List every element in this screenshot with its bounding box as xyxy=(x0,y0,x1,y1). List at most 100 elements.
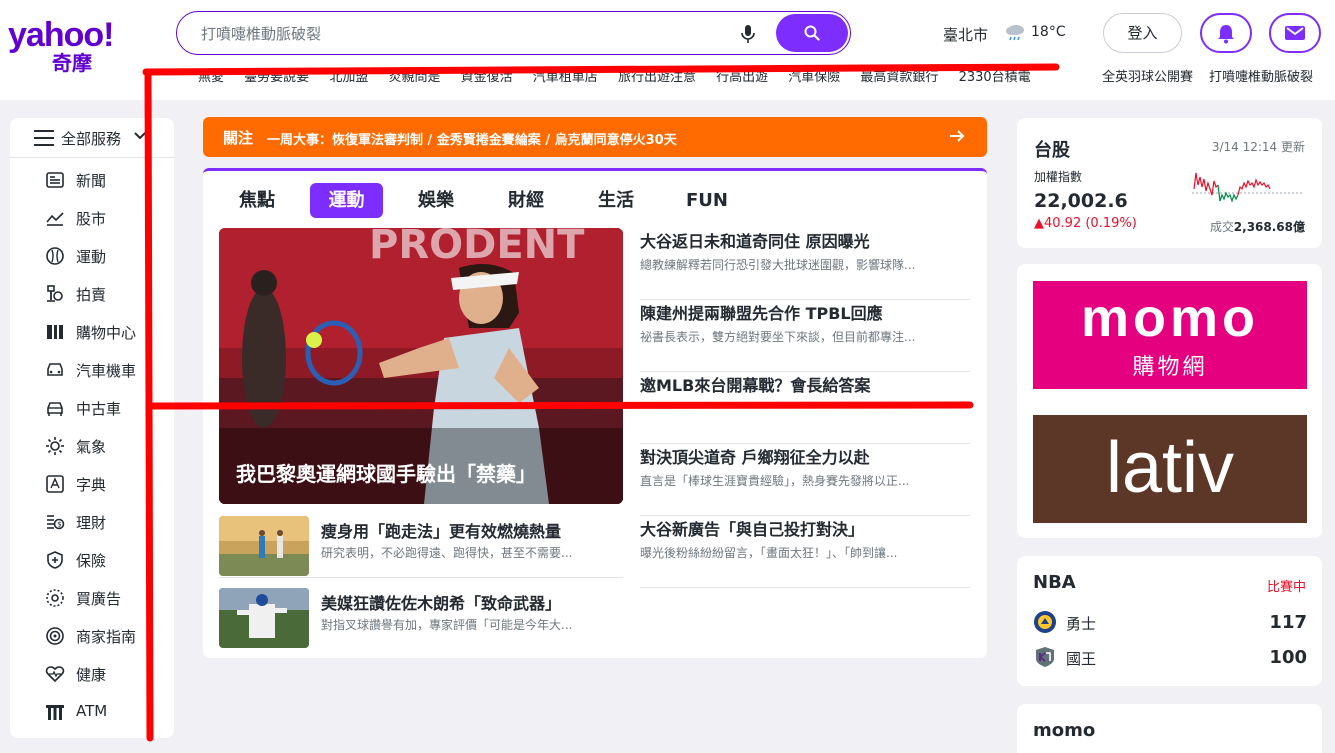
trending-item[interactable]: 北加盟 xyxy=(329,70,368,85)
trending-item[interactable]: 行高出遊 xyxy=(716,70,768,85)
trending-item[interactable]: 汽車租車店 xyxy=(533,70,598,85)
story-item[interactable]: 美媒狂讚佐佐木朗希「致命武器」 對指叉球讚譽有加，專家評價「可能是今年大... xyxy=(219,588,623,650)
momo-ad[interactable]: momo 購物網 xyxy=(1033,281,1307,389)
trending-item[interactable]: 汽車保險 xyxy=(788,70,840,85)
notifications-button[interactable] xyxy=(1200,13,1252,53)
auction-icon xyxy=(47,285,63,302)
sidebar-item-buy-ads[interactable]: 買廣告 xyxy=(10,582,174,614)
tab-life[interactable]: 生活 xyxy=(583,183,649,218)
story-item[interactable]: 瘦身用「跑走法」更有效燃燒熱量 研究表明，不必跑得遠、跑得快，甚至不需要... xyxy=(219,516,623,578)
story-item[interactable]: 陳建州提兩聯盟先合作 TPBL回應 祕書長表示，雙方絕對要坐下來談，但目前都專注… xyxy=(640,300,970,372)
stock-chart-icon xyxy=(46,212,64,226)
search-input[interactable] xyxy=(201,22,721,46)
yahoo-logo[interactable]: yahoo! 奇摩 xyxy=(8,18,136,80)
sidebar-item-insurance[interactable]: 保險 xyxy=(10,544,174,576)
all-services-label: 全部服務 xyxy=(61,130,122,148)
story-summary: 總教練解釋若同行恐引發大批球迷圍觀，影響球隊... xyxy=(640,258,916,272)
logo-sub-text: 奇摩 xyxy=(52,51,92,75)
sidebar-item-label: 股市 xyxy=(76,210,107,228)
sidebar-item-label: 購物中心 xyxy=(76,324,137,342)
stock-sparkline xyxy=(1192,172,1304,203)
heart-pulse-icon xyxy=(45,666,65,683)
weather-city[interactable]: 臺北市 xyxy=(943,24,988,45)
sidebar-item-dictionary[interactable]: 字典 xyxy=(10,468,174,500)
shield-icon xyxy=(47,551,63,569)
tab-focus[interactable]: 焦點 xyxy=(226,183,288,218)
tab-sports[interactable]: 運動 xyxy=(310,183,383,218)
trending-item[interactable]: 打噴嚏椎動脈破裂 xyxy=(1209,66,1313,85)
lativ-ad[interactable]: lativ xyxy=(1033,415,1307,523)
finance-icon: $ xyxy=(47,515,65,530)
momo-widget[interactable]: momo xyxy=(1017,704,1322,753)
trending-item[interactable]: 最高資款銀行 xyxy=(860,70,938,85)
svg-text:PRODENT: PRODENT xyxy=(369,228,585,268)
services-sidebar: 全部服務 新聞 股市 運動 拍賣 購物中心 汽車機車 中古車 氣象 字典 $ 理… xyxy=(10,118,174,738)
story-thumbnail xyxy=(219,588,309,648)
momo-ad-logo: momo xyxy=(1081,288,1259,348)
used-car-icon xyxy=(47,402,63,416)
ad-icon xyxy=(46,589,64,607)
trending-item[interactable]: 全英羽球公開賽 xyxy=(1102,66,1193,85)
sidebar-item-news[interactable]: 新聞 xyxy=(10,164,174,196)
sidebar-item-label: 商家指南 xyxy=(76,628,137,646)
team-score: 100 xyxy=(1269,647,1307,668)
mail-icon xyxy=(1285,26,1305,40)
story-item[interactable]: 大谷返日未和道奇同住 原因曝光 總教練解釋若同行恐引發大批球迷圍觀，影響球隊..… xyxy=(640,228,970,300)
sidebar-item-sports[interactable]: 運動 xyxy=(10,240,174,272)
atm-icon xyxy=(46,705,64,720)
story-title: 陳建州提兩聯盟先合作 TPBL回應 xyxy=(640,304,883,323)
story-title: 對決頂尖道奇 戶鄉翔征全力以赴 xyxy=(640,448,870,467)
sidebar-item-label: 字典 xyxy=(76,476,107,494)
bell-icon xyxy=(1218,25,1234,44)
weather-temperature[interactable]: 18°C xyxy=(1031,24,1066,40)
sidebar-item-stocks[interactable]: 股市 xyxy=(10,202,174,234)
nba-widget[interactable]: NBA 比賽中 勇士 117 國王 100 xyxy=(1017,556,1322,686)
story-item[interactable]: 對決頂尖道奇 戶鄉翔征全力以赴 直言是「棒球生涯寶貴經驗」，熱身賽先發將以正..… xyxy=(640,444,970,516)
trending-item[interactable]: 無愛 xyxy=(198,70,224,85)
sidebar-item-label: ATM xyxy=(76,702,108,720)
sidebar-item-merchant-guide[interactable]: 商家指南 xyxy=(10,620,174,652)
search-button[interactable] xyxy=(776,14,848,52)
hero-story[interactable]: PRODENT 我巴黎奧運網球國手驗出「禁藥」 xyxy=(219,228,623,504)
team-row[interactable]: 勇士 117 xyxy=(1033,610,1307,636)
sidebar-item-label: 新聞 xyxy=(76,172,107,190)
story-title: 美媒狂讚佐佐木朗希「致命武器」 xyxy=(321,594,562,613)
story-item[interactable]: 大谷新廣告「與自己投打對決」 曝光後粉絲紛紛留言，「畫面太狂！」、「帥到讓... xyxy=(640,516,970,588)
logo-main-text: yahoo! xyxy=(8,16,114,54)
sidebar-item-label: 健康 xyxy=(76,666,107,684)
trending-item[interactable]: 2330台積電 xyxy=(959,70,1031,85)
story-item[interactable]: 邀MLB來台開幕戰？會長給答案 xyxy=(640,372,970,444)
sidebar-item-weather[interactable]: 氣象 xyxy=(10,430,174,462)
tab-finance[interactable]: 財經 xyxy=(493,183,559,218)
sidebar-item-label: 理財 xyxy=(76,514,107,532)
all-services-toggle[interactable]: 全部服務 xyxy=(10,118,174,158)
sports-ball-icon xyxy=(46,247,64,265)
sidebar-item-label: 拍賣 xyxy=(76,286,107,304)
sidebar-item-shopping[interactable]: 購物中心 xyxy=(10,316,174,348)
team-row[interactable]: 國王 100 xyxy=(1033,645,1307,671)
stock-updated-time: 3/14 12:14 更新 xyxy=(1211,140,1305,154)
sidebar-item-auction[interactable]: 拍賣 xyxy=(10,278,174,310)
sidebar-item-cars[interactable]: 汽車機車 xyxy=(10,354,174,386)
tab-entertainment[interactable]: 娛樂 xyxy=(403,183,469,218)
trending-item[interactable]: 臺勞要說要 xyxy=(244,70,309,85)
sidebar-item-atm[interactable]: ATM xyxy=(10,696,174,728)
weekly-highlights-banner[interactable]: 關注 一周大事：恢復軍法審判制 / 金秀賢捲金賽綸案 / 烏克蘭同意停火30天 xyxy=(203,117,987,157)
sidebar-item-label: 中古車 xyxy=(76,400,122,418)
sidebar-item-finance[interactable]: $ 理財 xyxy=(10,506,174,538)
trending-item[interactable]: 資金復活 xyxy=(461,70,513,85)
trending-item[interactable]: 炎親問是 xyxy=(388,70,440,85)
stock-index-name: 加權指數 xyxy=(1034,170,1083,184)
sidebar-item-health[interactable]: 健康 xyxy=(10,658,174,690)
tab-fun[interactable]: FUN xyxy=(673,183,741,218)
microphone-icon[interactable] xyxy=(739,24,757,44)
mail-button[interactable] xyxy=(1269,13,1321,53)
sidebar-item-label: 運動 xyxy=(76,248,107,266)
stock-widget[interactable]: 台股 3/14 12:14 更新 加權指數 22,002.6 ▲40.92 (0… xyxy=(1017,118,1322,248)
team-score: 117 xyxy=(1269,612,1307,633)
dictionary-icon xyxy=(46,475,64,493)
menu-icon xyxy=(34,130,54,146)
trending-item[interactable]: 旅行出遊注意 xyxy=(618,70,696,85)
sidebar-item-used-cars[interactable]: 中古車 xyxy=(10,392,174,424)
login-button[interactable]: 登入 xyxy=(1103,13,1182,53)
